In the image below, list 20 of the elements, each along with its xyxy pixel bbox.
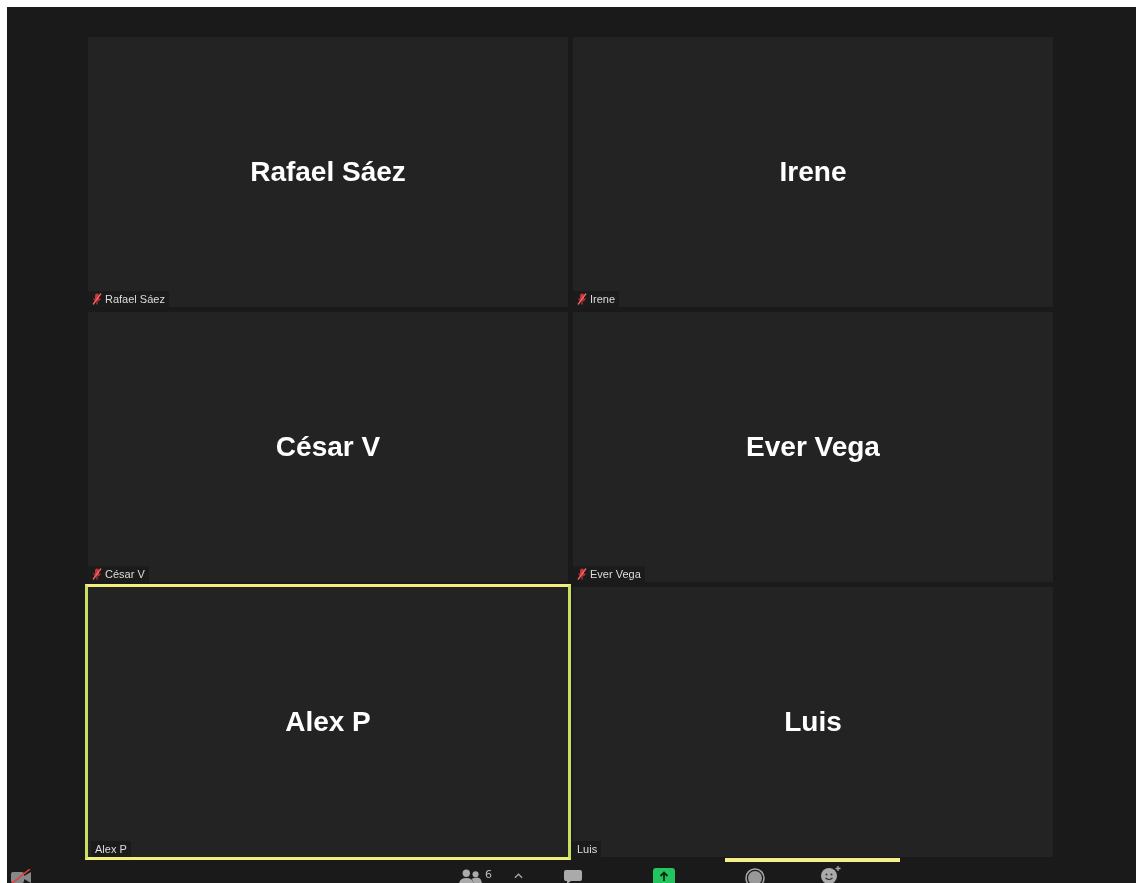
name-label: Luis [577, 843, 598, 855]
participants-icon[interactable] [458, 868, 482, 883]
participant-name: Luis [784, 706, 842, 738]
participant-name: Rafael Sáez [250, 156, 406, 188]
name-label: Ever Vega [590, 568, 641, 580]
chat-icon[interactable] [563, 869, 583, 883]
name-label: Rafael Sáez [105, 293, 165, 305]
participant-count: 6 [485, 868, 492, 881]
participant-name: Irene [779, 156, 847, 188]
share-screen-icon[interactable] [653, 868, 675, 883]
participant-name: Ever Vega [746, 431, 880, 463]
caret-up-icon[interactable] [514, 873, 523, 879]
record-icon[interactable] [745, 868, 765, 883]
name-label: Alex P [95, 843, 127, 855]
participant-name: César V [275, 431, 381, 463]
reactions-icon[interactable] [820, 865, 842, 883]
video-off-icon[interactable] [10, 869, 32, 883]
participant-name: Alex P [285, 706, 371, 738]
name-label: Irene [590, 293, 616, 305]
name-label: César V [105, 568, 145, 580]
